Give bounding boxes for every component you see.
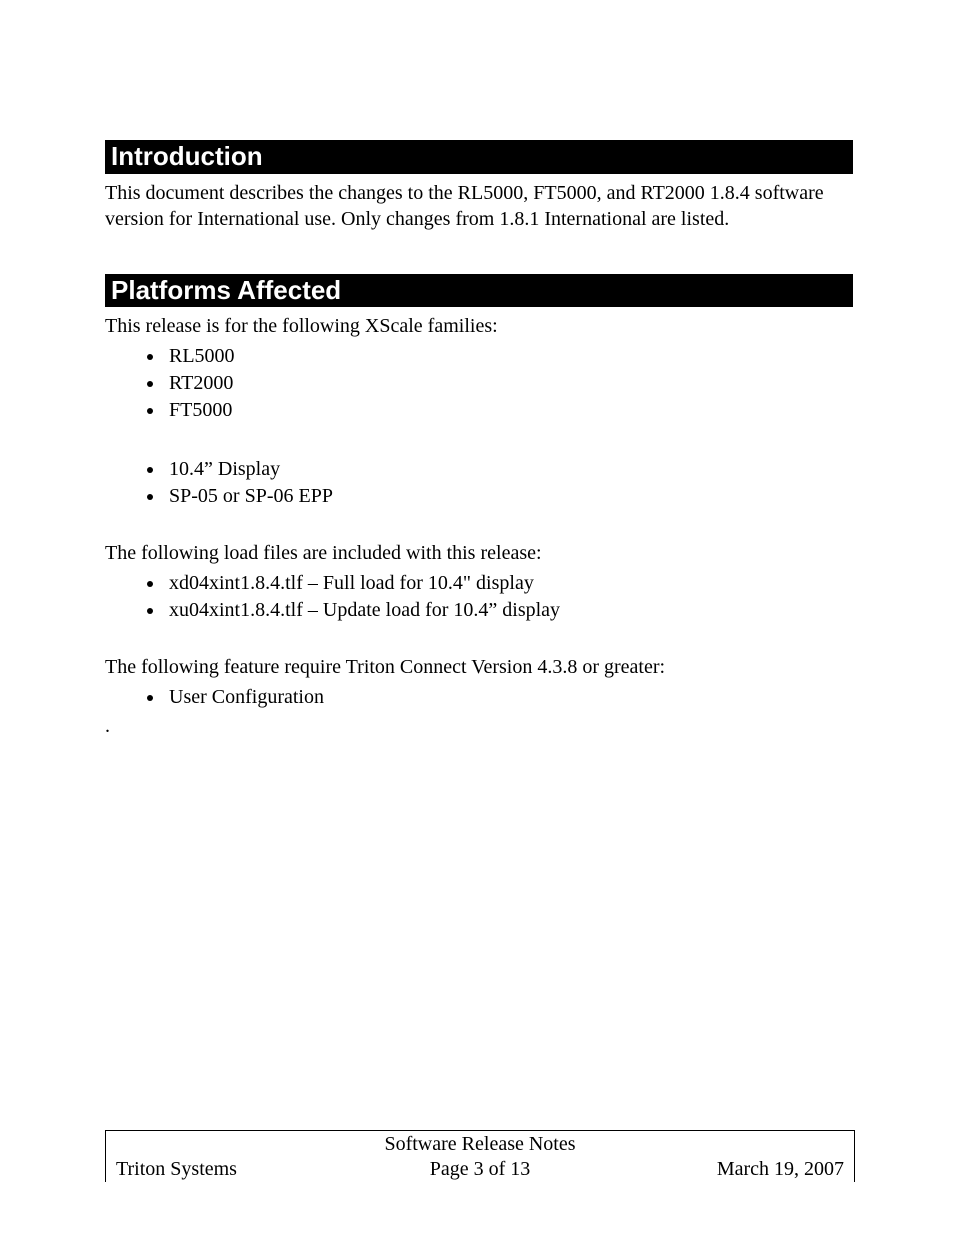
platforms-para-1: This release is for the following XScale…: [105, 313, 853, 339]
page-footer: Software Release Notes Triton Systems Pa…: [105, 1130, 855, 1182]
footer-left: Triton Systems: [116, 1156, 359, 1182]
platforms-list-3: xd04xint1.8.4.tlf – Full load for 10.4" …: [105, 570, 853, 624]
list-item: RT2000: [165, 370, 853, 397]
list-item: 10.4” Display: [165, 456, 853, 483]
heading-introduction: Introduction: [105, 140, 853, 174]
list-item: xu04xint1.8.4.tlf – Update load for 10.4…: [165, 597, 853, 624]
page-content: Introduction This document describes the…: [105, 140, 853, 738]
list-item: SP-05 or SP-06 EPP: [165, 483, 853, 510]
platforms-para-2: The following load files are included wi…: [105, 540, 853, 566]
footer-right: March 19, 2007: [601, 1156, 844, 1182]
platforms-list-4: User Configuration: [105, 684, 853, 711]
list-item: User Configuration: [165, 684, 853, 711]
heading-platforms-affected: Platforms Affected: [105, 274, 853, 308]
list-item: xd04xint1.8.4.tlf – Full load for 10.4" …: [165, 570, 853, 597]
trailing-dot: .: [105, 715, 853, 738]
platforms-list-2: 10.4” Display SP-05 or SP-06 EPP: [105, 456, 853, 510]
list-item: FT5000: [165, 397, 853, 424]
footer-title: Software Release Notes: [106, 1131, 854, 1156]
footer-center: Page 3 of 13: [359, 1156, 602, 1182]
intro-paragraph: This document describes the changes to t…: [105, 180, 853, 232]
list-item: RL5000: [165, 343, 853, 370]
platforms-para-3: The following feature require Triton Con…: [105, 654, 853, 680]
platforms-list-1: RL5000 RT2000 FT5000: [105, 343, 853, 424]
